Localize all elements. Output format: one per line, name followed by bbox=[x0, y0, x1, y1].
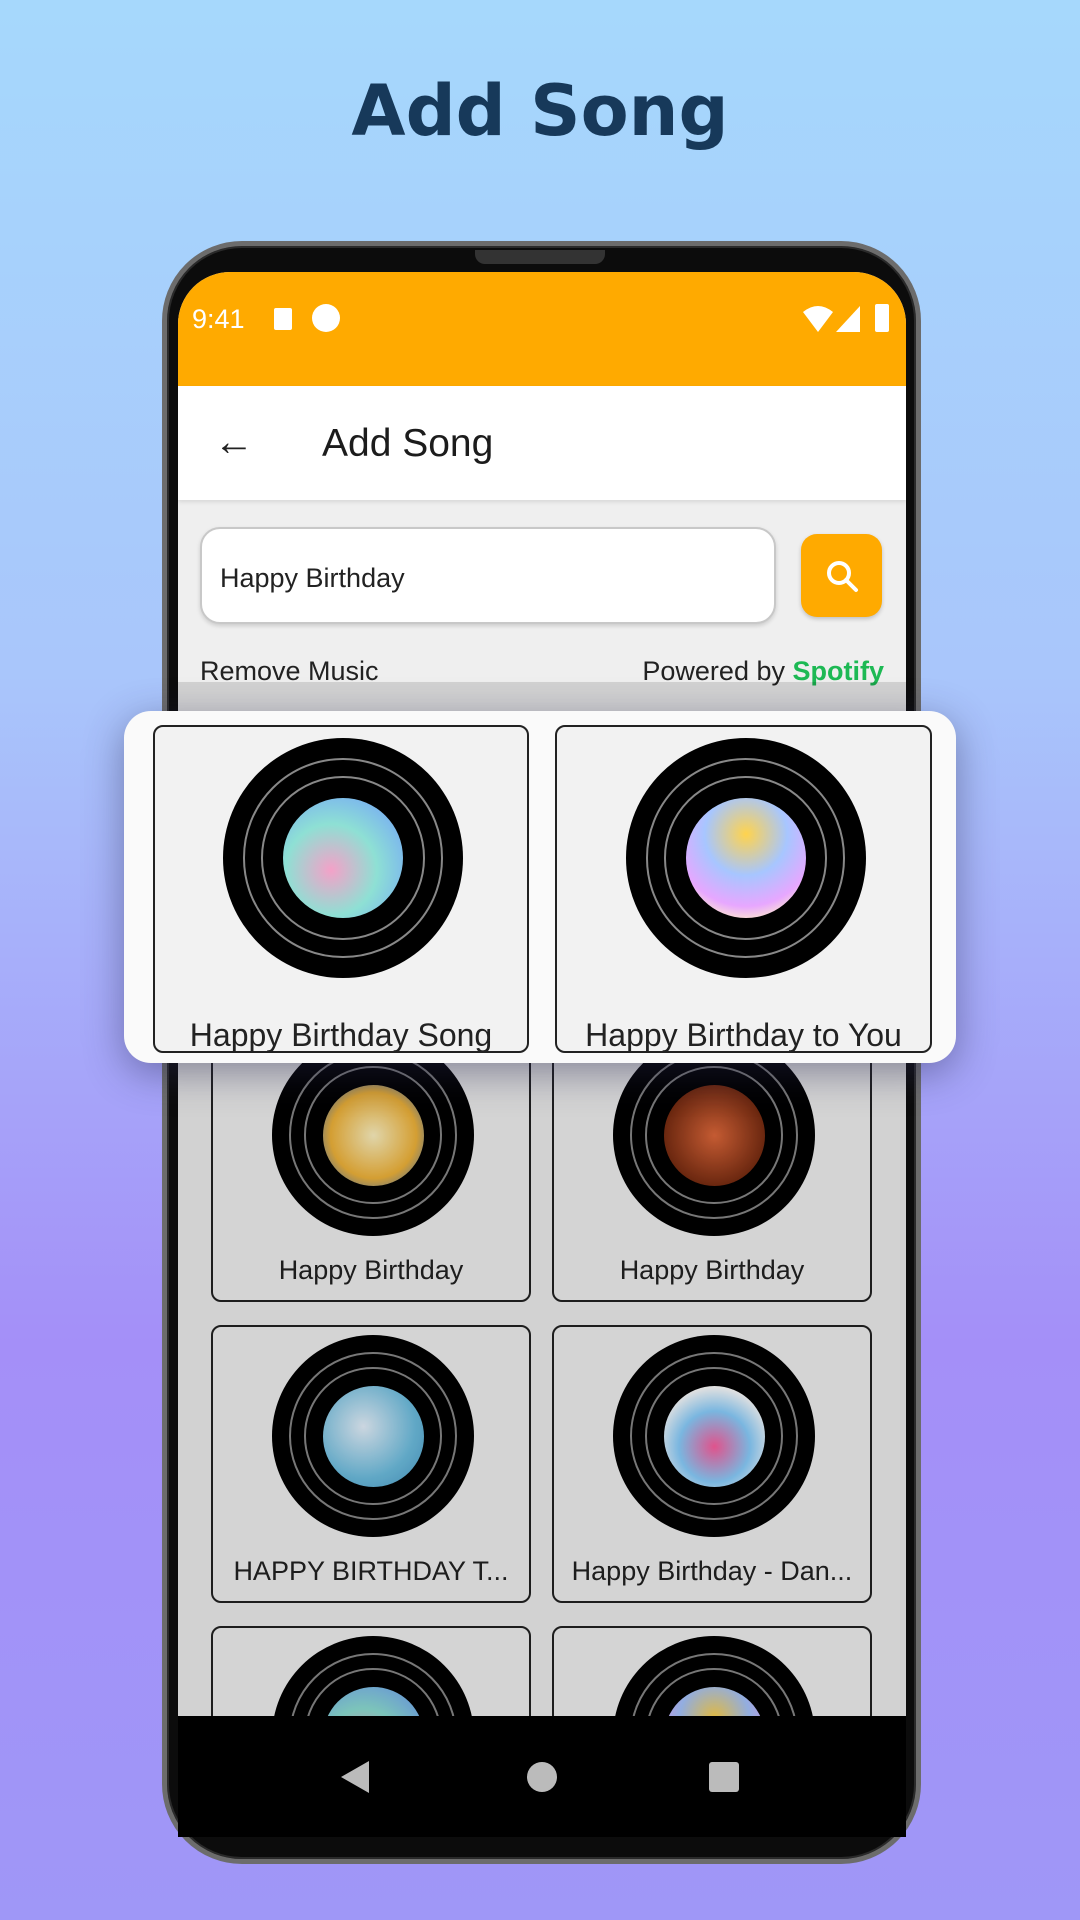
song-title: Happy Birthday to You bbox=[585, 1017, 902, 1053]
highlighted-song-card[interactable]: Happy Birthday to You bbox=[555, 725, 932, 1053]
nav-bar bbox=[178, 1716, 906, 1837]
app-notification-icon bbox=[312, 304, 340, 332]
search-input[interactable]: Happy Birthday bbox=[200, 527, 776, 624]
album-art bbox=[283, 798, 403, 918]
phone-speaker bbox=[475, 250, 605, 264]
song-title: Happy Birthday Song bbox=[189, 1017, 493, 1053]
app-bar: ← Add Song bbox=[178, 386, 906, 500]
highlighted-songs-popup: Happy Birthday Song Happy Birthday to You bbox=[124, 711, 956, 1063]
battery-icon bbox=[875, 304, 889, 332]
accessibility-icon bbox=[274, 308, 292, 330]
search-button[interactable] bbox=[801, 534, 882, 617]
hero-title: Add Song bbox=[351, 70, 729, 152]
page-title: Add Song bbox=[322, 422, 494, 465]
highlighted-song-card[interactable]: Happy Birthday Song bbox=[153, 725, 529, 1053]
status-time: 9:41 bbox=[192, 304, 245, 334]
circle-home-icon[interactable] bbox=[527, 1762, 557, 1792]
album-art bbox=[685, 798, 806, 918]
cellular-icon bbox=[836, 306, 860, 332]
arrow-left-icon[interactable]: ← bbox=[214, 420, 254, 465]
triangle-back-icon[interactable] bbox=[341, 1761, 369, 1793]
square-recents-icon[interactable] bbox=[709, 1762, 739, 1792]
search-icon bbox=[827, 561, 858, 592]
wifi-icon bbox=[803, 306, 833, 332]
status-bar: 9:41 bbox=[178, 272, 906, 386]
